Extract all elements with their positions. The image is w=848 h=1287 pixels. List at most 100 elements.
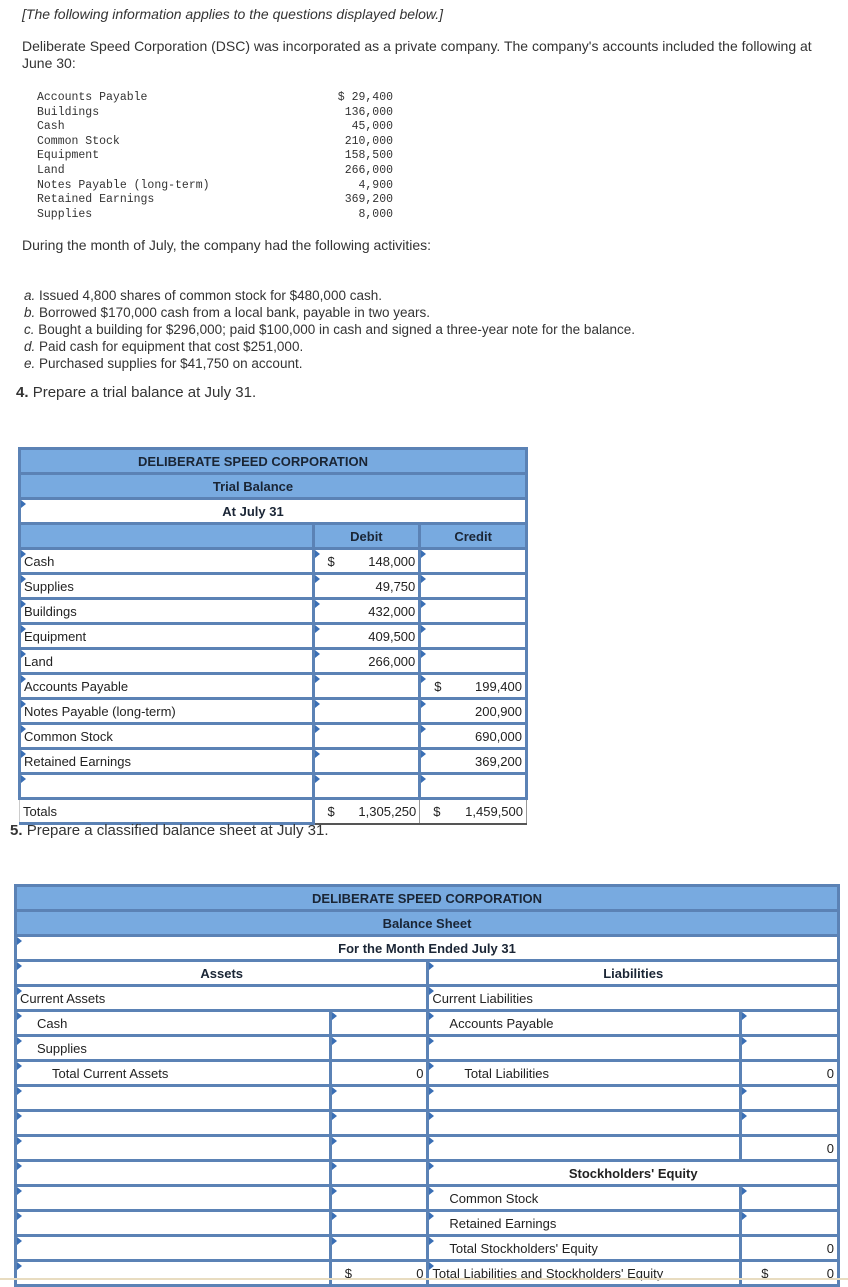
tb-debit-field[interactable]: 266,000 <box>311 647 422 675</box>
bs-asset-amount-field[interactable] <box>328 1184 430 1212</box>
tb-credit-field[interactable]: 200,900 <box>418 697 528 725</box>
bs-liability-account-field[interactable] <box>426 1084 743 1112</box>
activity-letter: a. <box>24 288 36 303</box>
bs-liability-account-field[interactable] <box>426 1109 743 1137</box>
bs-supplies-amount-field[interactable] <box>328 1034 430 1062</box>
tb-account-field[interactable]: Accounts Payable <box>18 672 315 700</box>
tb-credit-field[interactable]: 690,000 <box>418 722 528 750</box>
tb-date-field[interactable]: At July 31 <box>18 497 528 525</box>
tb-debit-field[interactable] <box>311 672 422 700</box>
intro-paragraph: Deliberate Speed Corporation (DSC) was i… <box>22 38 812 71</box>
tb-credit-field[interactable]: $199,400 <box>418 672 528 700</box>
tb-debit-field[interactable] <box>311 722 422 750</box>
bs-asset-amount-field[interactable] <box>328 1134 430 1162</box>
account-value: 158,500 <box>344 149 393 163</box>
bs-common-stock-label[interactable]: Common Stock <box>426 1184 743 1212</box>
account-row: Equipment 158,500 <box>37 149 393 164</box>
bs-common-stock-amount-field[interactable] <box>739 1184 840 1212</box>
bs-asset-account-field[interactable] <box>14 1109 332 1137</box>
bs-asset-account-field[interactable] <box>14 1209 332 1237</box>
tb-credit-field[interactable] <box>418 597 528 625</box>
activity-item: a. Issued 4,800 shares of common stock f… <box>24 287 635 304</box>
question-4: 4. Prepare a trial balance at July 31. <box>16 384 256 401</box>
tb-credit-field[interactable] <box>418 572 528 600</box>
tb-debit-field[interactable] <box>311 772 422 800</box>
tb-totals-row: Totals $1,305,250 $1,459,500 <box>19 797 527 825</box>
bs-cash-label[interactable]: Cash <box>14 1009 332 1037</box>
tb-debit-field[interactable]: 409,500 <box>311 622 422 650</box>
tb-total-debit: $1,305,250 <box>312 798 421 825</box>
account-name: Land <box>37 163 65 177</box>
bs-total-current-assets-label[interactable]: Total Current Assets <box>14 1059 332 1087</box>
question-number: 4. <box>16 384 29 401</box>
tb-credit-field[interactable] <box>418 772 528 800</box>
account-row: Cash 45,000 <box>37 120 393 135</box>
tb-account-field[interactable]: Supplies <box>18 572 315 600</box>
bs-asset-account-field[interactable] <box>14 1134 332 1162</box>
bs-total-equity-label[interactable]: Total Stockholders' Equity <box>426 1234 743 1262</box>
bs-liability-account-field[interactable] <box>426 1034 743 1062</box>
bs-asset-account-field[interactable] <box>14 1234 332 1262</box>
account-value: 4,900 <box>358 178 393 192</box>
bs-assets-header[interactable]: Assets <box>13 959 430 987</box>
bs-total-liabilities-value: 0 <box>739 1060 840 1087</box>
bs-asset-amount-field[interactable] <box>328 1209 430 1237</box>
bs-cash-amount-field[interactable] <box>328 1009 430 1037</box>
account-row: Accounts Payable $ 29,400 <box>37 91 393 106</box>
bs-liabilities-header[interactable]: Liabilities <box>426 959 840 987</box>
tb-debit-field[interactable]: 49,750 <box>311 572 422 600</box>
bs-retained-earnings-amount-field[interactable] <box>739 1209 840 1237</box>
tb-debit-field[interactable]: $148,000 <box>311 547 422 575</box>
bs-asset-account-field[interactable] <box>14 1084 332 1112</box>
bs-liability-amount-field[interactable] <box>739 1109 840 1137</box>
activities-intro: During the month of July, the company ha… <box>22 237 432 253</box>
bs-asset-account-field[interactable] <box>14 1159 332 1187</box>
tb-credit-field[interactable]: 369,200 <box>418 747 528 775</box>
bs-accounts-payable-label[interactable]: Accounts Payable <box>426 1009 743 1037</box>
bs-asset-amount-field[interactable] <box>328 1159 430 1187</box>
bs-current-liabilities-label[interactable]: Current Liabilities <box>426 984 840 1012</box>
intro-note: [The following information applies to th… <box>22 6 444 22</box>
bs-current-assets-label[interactable]: Current Assets <box>13 984 430 1012</box>
bs-asset-amount-field[interactable] <box>328 1234 430 1262</box>
bs-asset-account-field[interactable] <box>14 1184 332 1212</box>
tb-credit-field[interactable] <box>418 647 528 675</box>
tb-debit-field[interactable]: 432,000 <box>311 597 422 625</box>
bs-accounts-payable-amount-field[interactable] <box>739 1009 840 1037</box>
bs-asset-amount-field[interactable] <box>328 1084 430 1112</box>
question-text: Prepare a classified balance sheet at Ju… <box>26 822 329 839</box>
account-name: Supplies <box>37 207 93 221</box>
account-row: Buildings 136,000 <box>37 106 393 121</box>
tb-debit-field[interactable] <box>311 747 422 775</box>
tb-debit-field[interactable] <box>311 697 422 725</box>
tb-account-field[interactable]: Common Stock <box>18 722 315 750</box>
tb-title: Trial Balance <box>18 472 528 500</box>
bs-total-assets-label-field[interactable] <box>14 1259 332 1287</box>
tb-account-field[interactable]: Buildings <box>18 597 315 625</box>
tb-account-field[interactable]: Cash <box>18 547 315 575</box>
bs-period-field[interactable]: For the Month Ended July 31 <box>14 934 840 962</box>
tb-account-field[interactable] <box>18 772 315 800</box>
tb-credit-field[interactable] <box>418 622 528 650</box>
tb-account-field[interactable]: Retained Earnings <box>18 747 315 775</box>
bs-total-le-label[interactable]: Total Liabilities and Stockholders' Equi… <box>426 1259 743 1287</box>
bs-liability-amount-field[interactable] <box>739 1084 840 1112</box>
bs-retained-earnings-label[interactable]: Retained Earnings <box>426 1209 743 1237</box>
bs-equity-header[interactable]: Stockholders' Equity <box>426 1159 840 1187</box>
activity-item: e. Purchased supplies for $41,750 on acc… <box>24 355 635 372</box>
bs-row: Total Current Assets 0 Total Liabilities… <box>14 1059 840 1087</box>
bs-liability-amount-field[interactable] <box>739 1034 840 1062</box>
bs-total-assets-value: $0 <box>328 1260 430 1287</box>
activity-letter: c. <box>24 322 35 337</box>
bs-supplies-label[interactable]: Supplies <box>14 1034 332 1062</box>
tb-account-field[interactable]: Notes Payable (long-term) <box>18 697 315 725</box>
bs-total-liabilities-label[interactable]: Total Liabilities <box>426 1059 743 1087</box>
tb-account-field[interactable]: Equipment <box>18 622 315 650</box>
bs-liability-account-field[interactable] <box>426 1134 743 1162</box>
tb-credit-field[interactable] <box>418 547 528 575</box>
bs-total-le-value: $0 <box>739 1260 840 1287</box>
bs-row: Stockholders' Equity <box>14 1159 840 1187</box>
bs-row: Cash Accounts Payable <box>14 1009 840 1037</box>
bs-asset-amount-field[interactable] <box>328 1109 430 1137</box>
tb-account-field[interactable]: Land <box>18 647 315 675</box>
